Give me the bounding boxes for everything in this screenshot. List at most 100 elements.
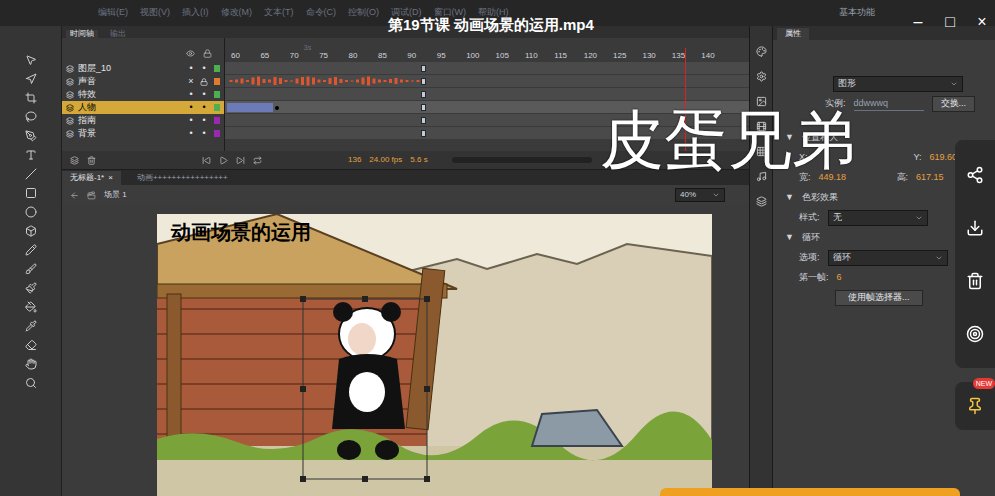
brush-icon[interactable] <box>25 263 37 275</box>
swap-button[interactable]: 交换... <box>932 96 976 112</box>
tools-panel <box>0 26 62 496</box>
polystar-icon[interactable] <box>25 225 37 237</box>
menu-item[interactable]: 插入(I) <box>182 6 209 20</box>
image-icon[interactable] <box>756 96 767 107</box>
first-frame-value[interactable]: 6 <box>837 271 842 285</box>
option-select[interactable]: 循环 <box>828 250 948 266</box>
window-control-button[interactable]: × <box>975 14 989 30</box>
lasso-icon[interactable] <box>25 111 37 123</box>
share-icon[interactable] <box>966 166 984 184</box>
back-icon[interactable] <box>70 191 79 200</box>
forward-icon[interactable] <box>236 156 245 165</box>
layers-icon[interactable] <box>756 196 767 207</box>
eyedropper-icon[interactable] <box>25 320 37 332</box>
style-select[interactable]: 无 <box>828 210 928 226</box>
lock-toggle[interactable]: • <box>200 129 208 138</box>
close-tab[interactable]: × <box>108 174 113 182</box>
visibility-toggle[interactable]: • <box>186 90 196 99</box>
download-icon[interactable] <box>966 219 984 237</box>
target-icon[interactable] <box>966 325 984 343</box>
layer-icon <box>66 91 74 99</box>
eraser-icon[interactable] <box>25 339 37 351</box>
lock-icon[interactable] <box>200 78 208 86</box>
layer-row[interactable]: 人物•• <box>62 101 224 114</box>
timeline-tab[interactable]: 输出 <box>106 30 130 38</box>
window-control-button[interactable]: □ <box>943 14 957 30</box>
oval-icon[interactable] <box>25 206 37 218</box>
lock-toggle[interactable]: • <box>200 103 208 112</box>
bucket-icon[interactable] <box>25 301 37 313</box>
trash-icon[interactable] <box>966 272 984 290</box>
play-icon[interactable] <box>219 156 228 165</box>
symbol-type-select[interactable]: 图形 <box>833 76 963 92</box>
layer-header <box>62 38 224 62</box>
selection-icon[interactable] <box>25 54 37 66</box>
rewind-icon[interactable] <box>202 156 211 165</box>
visibility-toggle[interactable]: • <box>186 129 196 138</box>
fps[interactable]: 24.00 fps <box>369 154 402 166</box>
h-value[interactable]: 617.15 <box>916 171 944 185</box>
subselect-icon[interactable] <box>25 73 37 85</box>
properties-tabs: 属性 <box>773 26 995 40</box>
visibility-toggle[interactable]: • <box>186 64 196 73</box>
eye-icon[interactable] <box>186 49 195 58</box>
document-tab[interactable]: 无标题-1*× <box>62 171 121 185</box>
layer-row[interactable]: 声音× <box>62 75 224 88</box>
lock-toggle[interactable]: • <box>200 64 208 73</box>
ruler-tick: 125 <box>607 44 636 60</box>
menu-item[interactable]: 视图(V) <box>140 6 170 20</box>
delete-layer-icon[interactable] <box>87 156 96 165</box>
pin-action[interactable]: NEW <box>955 382 995 430</box>
loop-icon[interactable] <box>253 156 262 165</box>
ruler-tick: 95 <box>431 44 460 60</box>
workspace-switcher[interactable]: 基本功能 <box>839 6 875 20</box>
gear-icon[interactable] <box>756 71 767 82</box>
menu-item[interactable]: 命令(C) <box>306 6 337 20</box>
layer-track[interactable] <box>225 62 749 75</box>
line-icon[interactable] <box>25 168 37 180</box>
frame-picker-button[interactable]: 使用帧选择器... <box>835 290 923 306</box>
rectangle-icon[interactable] <box>25 187 37 199</box>
layer-track[interactable] <box>225 88 749 101</box>
timeline-tab[interactable]: 时间轴 <box>66 30 98 38</box>
instance-field[interactable]: ddwwwq <box>854 97 924 112</box>
lock-toggle[interactable]: • <box>200 116 208 125</box>
visibility-toggle[interactable]: × <box>186 77 196 86</box>
properties-tab[interactable]: 属性 <box>777 28 809 40</box>
transform-icon[interactable] <box>25 92 37 104</box>
frame-end <box>421 65 426 72</box>
lock-icon[interactable] <box>203 49 212 58</box>
y-value[interactable]: 619.60 <box>930 151 958 165</box>
layer-row[interactable]: 特效•• <box>62 88 224 101</box>
pen-icon[interactable] <box>25 130 37 142</box>
current-frame[interactable]: 136 <box>348 154 361 166</box>
document-tab[interactable]: 动画++++++++++++++++ <box>129 171 236 185</box>
menu-item[interactable]: 文本(T) <box>264 6 294 20</box>
layer-row[interactable]: 图层_10•• <box>62 62 224 75</box>
timeline-scrollbar[interactable] <box>452 157 592 163</box>
hand-icon[interactable] <box>25 358 37 370</box>
window-control-button[interactable]: – <box>911 14 925 30</box>
tween-span[interactable] <box>227 103 273 112</box>
scene-name[interactable]: 场景 1 <box>104 189 127 201</box>
layer-row[interactable]: 背景•• <box>62 127 224 140</box>
ruler-tick: 130 <box>636 44 665 60</box>
lock-toggle[interactable]: • <box>200 90 208 99</box>
music-icon[interactable] <box>756 171 767 182</box>
palette-icon[interactable] <box>756 46 767 57</box>
text-icon[interactable] <box>25 149 37 161</box>
visibility-toggle[interactable]: • <box>186 116 196 125</box>
paintbrush-icon[interactable] <box>25 282 37 294</box>
menu-item[interactable]: 控制(O) <box>348 6 379 20</box>
zoom-select[interactable]: 40% <box>675 188 725 202</box>
menu-item[interactable]: 修改(M) <box>221 6 253 20</box>
menu-item[interactable]: 编辑(E) <box>98 6 128 20</box>
layer-track[interactable] <box>225 75 749 88</box>
new-layer-icon[interactable] <box>70 156 79 165</box>
layer-row[interactable]: 指南•• <box>62 114 224 127</box>
pin-icon[interactable] <box>966 397 984 415</box>
zoom-icon[interactable] <box>25 377 37 389</box>
visibility-toggle[interactable]: • <box>186 103 196 112</box>
w-value[interactable]: 449.18 <box>819 171 889 185</box>
pencil-icon[interactable] <box>25 244 37 256</box>
